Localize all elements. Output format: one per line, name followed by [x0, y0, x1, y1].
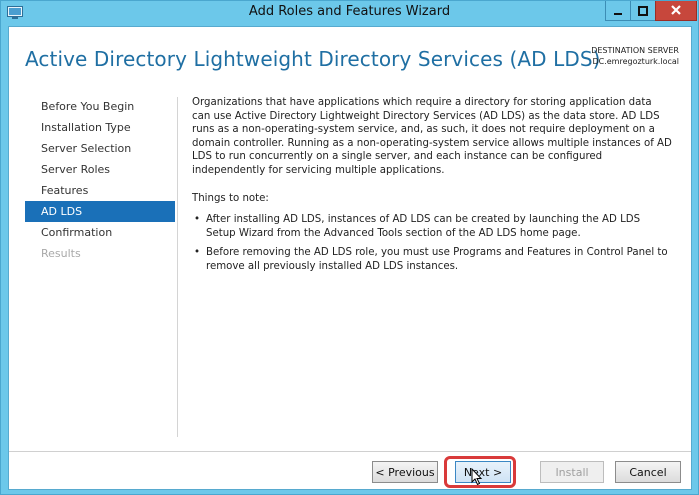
wizard-nav: Before You Begin Installation Type Serve… — [25, 96, 175, 264]
window-title: Add Roles and Features Wizard — [248, 4, 451, 19]
list-item: • Before removing the AD LDS role, you m… — [192, 246, 672, 273]
close-button[interactable] — [655, 1, 697, 21]
nav-item-installation-type[interactable]: Installation Type — [25, 117, 175, 138]
nav-item-features[interactable]: Features — [25, 180, 175, 201]
bullet-icon: • — [194, 247, 201, 259]
mouse-cursor-icon — [471, 467, 483, 486]
bullet-icon: • — [194, 214, 201, 226]
minimize-icon — [613, 1, 623, 20]
destination-server-info: DESTINATION SERVER DC.emregozturk.local — [591, 45, 679, 67]
nav-item-before-you-begin[interactable]: Before You Begin — [25, 96, 175, 117]
previous-button[interactable]: < Previous — [372, 461, 438, 483]
wizard-client-area: Active Directory Lightweight Directory S… — [8, 26, 692, 490]
nav-item-results: Results — [41, 247, 81, 260]
notes-heading: Things to note: — [192, 192, 269, 204]
list-item: • After installing AD LDS, instances of … — [192, 213, 672, 240]
nav-item-server-roles[interactable]: Server Roles — [25, 159, 175, 180]
wizard-window: Add Roles and Features Wizard Active Dir… — [0, 0, 699, 495]
cancel-button[interactable]: Cancel — [615, 461, 681, 483]
nav-item-ad-lds[interactable]: AD LDS — [25, 201, 175, 222]
maximize-button[interactable] — [630, 1, 656, 21]
content-pane: Organizations that have applications whi… — [192, 96, 672, 280]
nav-divider — [177, 97, 178, 437]
minimize-button[interactable] — [605, 1, 631, 21]
install-button: Install — [540, 461, 604, 483]
intro-text: Organizations that have applications whi… — [192, 97, 672, 176]
nav-item-confirmation[interactable]: Confirmation — [25, 222, 175, 243]
close-icon — [670, 1, 682, 20]
footer-divider — [9, 451, 691, 452]
maximize-icon — [638, 1, 648, 20]
destination-server-name: DC.emregozturk.local — [592, 57, 679, 66]
note-text: Before removing the AD LDS role, you mus… — [206, 247, 668, 272]
destination-label: DESTINATION SERVER — [591, 46, 679, 55]
note-text: After installing AD LDS, instances of AD… — [206, 214, 641, 239]
title-bar[interactable]: Add Roles and Features Wizard — [1, 1, 698, 25]
nav-item-server-selection[interactable]: Server Selection — [25, 138, 175, 159]
notes-list: • After installing AD LDS, instances of … — [192, 213, 672, 273]
page-title: Active Directory Lightweight Directory S… — [25, 47, 601, 71]
